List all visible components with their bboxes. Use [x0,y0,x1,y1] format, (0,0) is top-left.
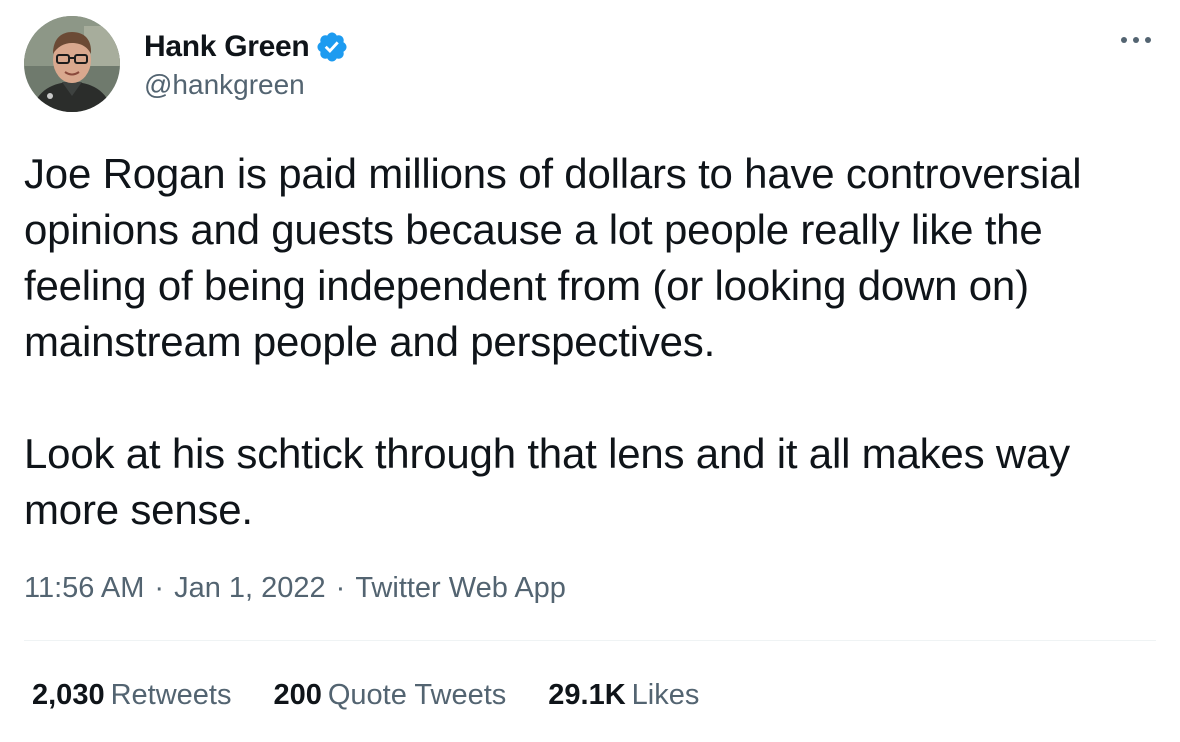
meta-separator: · [335,571,346,604]
meta-separator: · [154,571,165,604]
tweet-date[interactable]: Jan 1, 2022 [174,572,326,605]
likes-label: Likes [631,678,700,711]
tweet-text: Joe Rogan is paid millions of dollars to… [24,150,1082,533]
divider [24,640,1156,641]
quote-tweets-stat[interactable]: 200 Quote Tweets [273,679,506,712]
tweet-time[interactable]: 11:56 AM [24,572,144,605]
likes-count: 29.1K [548,678,626,711]
quote-tweets-count: 200 [273,678,322,711]
tweet-stats: 2,030 Retweets 200 Quote Tweets 29.1K Likes [32,676,741,714]
more-options-icon[interactable] [1118,30,1154,50]
tweet-header: Hank Green @hankgreen [24,16,349,112]
name-row: Hank Green [144,27,349,67]
retweets-count: 2,030 [32,678,105,711]
retweets-stat[interactable]: 2,030 Retweets [32,679,231,712]
tweet-metadata: 11:56 AM · Jan 1, 2022 · Twitter Web App [24,570,566,606]
avatar-photo-icon [24,16,120,112]
author-names: Hank Green @hankgreen [144,27,349,101]
tweet-card: Hank Green @hankgreen Joe Rogan is paid … [0,0,1180,742]
tweet-source[interactable]: Twitter Web App [355,572,566,605]
verified-badge-icon [315,30,349,64]
author-display-name[interactable]: Hank Green [144,30,310,64]
quote-tweets-label: Quote Tweets [327,678,507,711]
avatar[interactable] [24,16,120,112]
retweets-label: Retweets [110,678,232,711]
likes-stat[interactable]: 29.1K Likes [548,679,699,712]
author-handle[interactable]: @hankgreen [144,69,349,101]
